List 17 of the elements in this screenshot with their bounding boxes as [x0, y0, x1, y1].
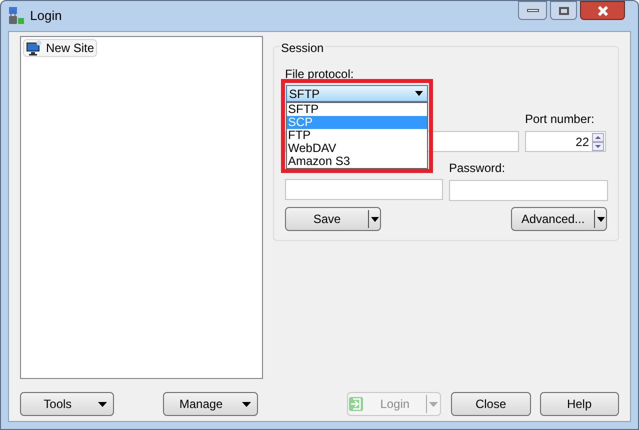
- dialog-button[interactable]: Help: [540, 392, 620, 416]
- site-item[interactable]: New Site: [23, 39, 98, 57]
- dropdown-option[interactable]: WebDAV: [287, 142, 427, 155]
- dialog-button[interactable]: Close: [451, 392, 531, 416]
- field-label: Port number:: [525, 111, 596, 128]
- dropdown-option[interactable]: Amazon S3: [287, 155, 427, 168]
- protocol-dropdown[interactable]: SFTP: [286, 85, 428, 102]
- dropdown-option[interactable]: FTP: [287, 129, 427, 142]
- field-label: Password:: [449, 160, 506, 177]
- dropdown-option[interactable]: SFTP: [287, 103, 427, 116]
- dialog-button[interactable]: Tools: [20, 392, 114, 416]
- dialog-button[interactable]: Manage: [163, 392, 258, 416]
- field-label: File protocol:: [285, 66, 354, 83]
- advanced-button[interactable]: Advanced...: [511, 207, 607, 231]
- save-button[interactable]: Save: [285, 207, 381, 231]
- window-title: Login: [30, 7, 62, 26]
- port-field[interactable]: 22: [525, 131, 606, 152]
